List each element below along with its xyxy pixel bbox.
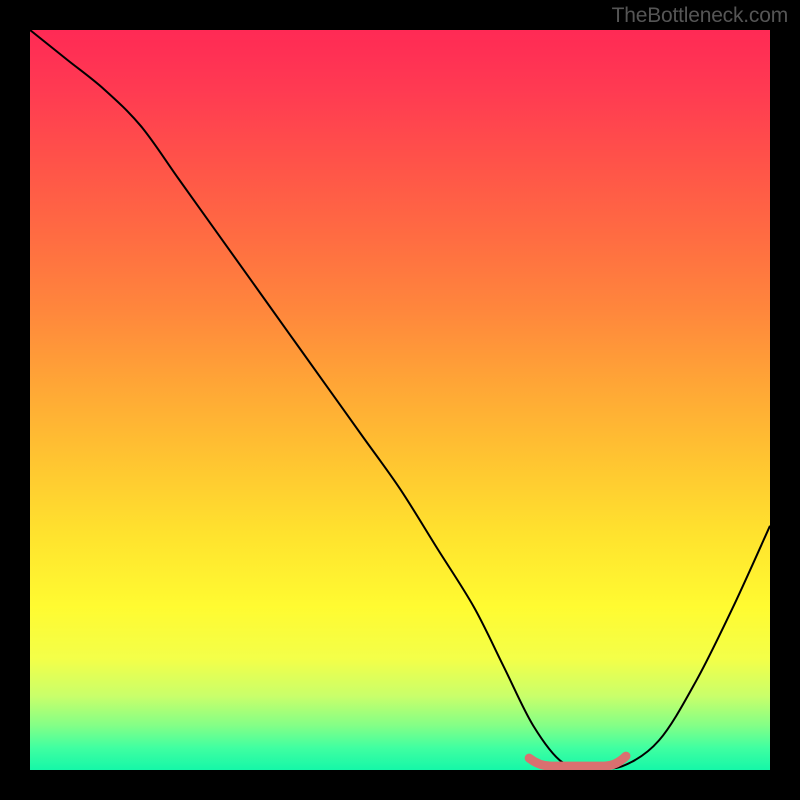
bottleneck-curve-line bbox=[30, 30, 770, 768]
chart-svg bbox=[30, 30, 770, 770]
highlight-segment bbox=[529, 756, 626, 766]
plot-area bbox=[30, 30, 770, 770]
watermark-text: TheBottleneck.com bbox=[612, 4, 788, 28]
